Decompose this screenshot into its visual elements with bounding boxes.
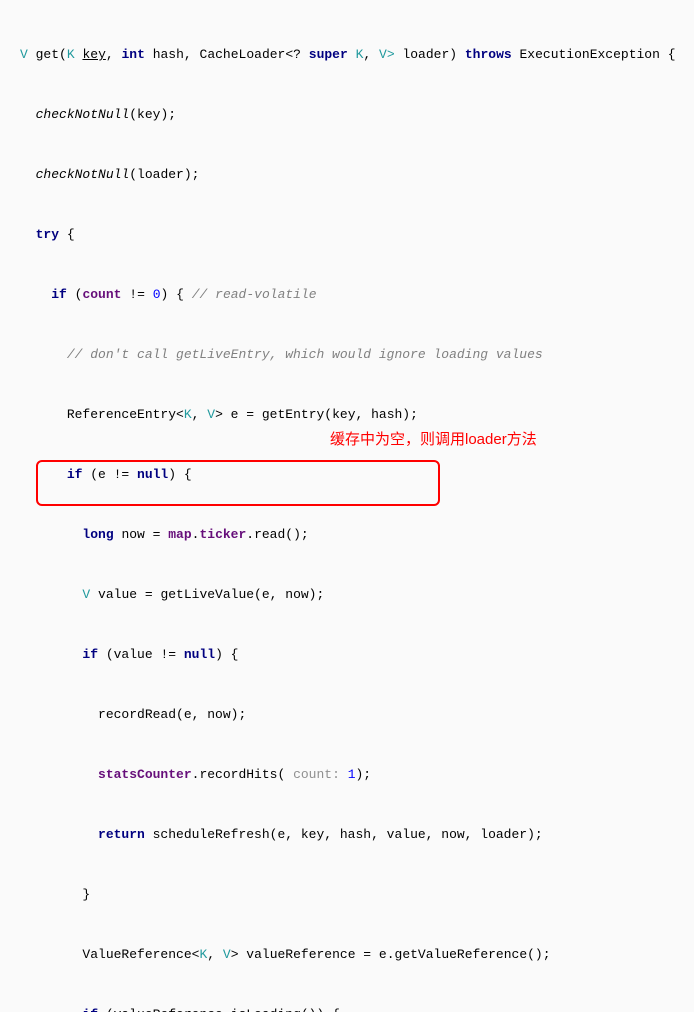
code-line: try { <box>0 225 694 245</box>
type-v: V <box>223 947 231 962</box>
text: value = getLiveValue(e, now); <box>90 587 324 602</box>
field-statsCounter: statsCounter <box>98 767 192 782</box>
code-editor[interactable]: V get(K key, int hash, CacheLoader<? sup… <box>0 0 694 1012</box>
text: ); <box>356 767 372 782</box>
brace: { <box>668 47 676 62</box>
return-type: V <box>20 47 28 62</box>
type-k: K <box>356 47 364 62</box>
code-line: checkNotNull(key); <box>0 105 694 125</box>
type: CacheLoader<? <box>200 47 301 62</box>
text: recordRead(e, now); <box>98 707 246 722</box>
keyword-int: int <box>121 47 144 62</box>
annotation-text: 缓存中为空，则调用loader方法 <box>330 430 537 450</box>
text: > valueReference = e.getValueReference()… <box>231 947 551 962</box>
code-line: } <box>0 885 694 905</box>
param-name: loader <box>402 47 449 62</box>
text: (value != <box>98 647 184 662</box>
type: ReferenceEntry< <box>67 407 184 422</box>
param-name: key <box>82 47 105 62</box>
keyword-if: if <box>51 287 67 302</box>
code-line: checkNotNull(loader); <box>0 165 694 185</box>
code-line: V get(K key, int hash, CacheLoader<? sup… <box>0 45 694 65</box>
type-k: K <box>184 407 192 422</box>
keyword-null: null <box>184 647 215 662</box>
method-call: checkNotNull <box>36 107 130 122</box>
brace: { <box>67 227 75 242</box>
comment: // read-volatile <box>192 287 317 302</box>
keyword-try: try <box>36 227 59 242</box>
text: ) { <box>215 647 238 662</box>
code-line: statsCounter.recordHits( count: 1); <box>0 765 694 785</box>
text: .recordHits( <box>192 767 293 782</box>
param-name: hash <box>153 47 184 62</box>
code-line: V value = getLiveValue(e, now); <box>0 585 694 605</box>
method-name: get <box>36 47 59 62</box>
type-v: V> <box>379 47 395 62</box>
keyword-return: return <box>98 827 145 842</box>
arg: loader <box>137 167 184 182</box>
field-ticker: ticker <box>199 527 246 542</box>
comma: , <box>207 947 223 962</box>
code-line: long now = map.ticker.read(); <box>0 525 694 545</box>
code-line: ValueReference<K, V> valueReference = e.… <box>0 945 694 965</box>
op: != <box>121 287 152 302</box>
code-line: if (count != 0) { // read-volatile <box>0 285 694 305</box>
type-v: V <box>82 587 90 602</box>
keyword-super: super <box>309 47 348 62</box>
code-line: // don't call getLiveEntry, which would … <box>0 345 694 365</box>
text: now = <box>114 527 169 542</box>
dot: . <box>192 527 200 542</box>
rest: > e = getEntry(key, hash); <box>215 407 418 422</box>
paren: ) <box>161 287 169 302</box>
keyword-long: long <box>82 527 113 542</box>
field-map: map <box>168 527 191 542</box>
method-call: checkNotNull <box>36 167 130 182</box>
code-line: recordRead(e, now); <box>0 705 694 725</box>
comma: , <box>192 407 208 422</box>
keyword-if: if <box>82 1007 98 1012</box>
code-line: ReferenceEntry<K, V> e = getEntry(key, h… <box>0 405 694 425</box>
code-line: if (valueReference.isLoading()) { <box>0 1005 694 1012</box>
param-type: K <box>67 47 75 62</box>
text: .read(); <box>246 527 308 542</box>
code-line: return scheduleRefresh(e, key, hash, val… <box>0 825 694 845</box>
inlay-hint: count: <box>293 767 340 782</box>
keyword-throws: throws <box>465 47 512 62</box>
type-k: K <box>199 947 207 962</box>
number: 0 <box>153 287 161 302</box>
keyword-if: if <box>82 647 98 662</box>
type: ValueReference< <box>82 947 199 962</box>
text: (valueReference.isLoading()) { <box>98 1007 340 1012</box>
field-count: count <box>82 287 121 302</box>
brace: } <box>82 887 90 902</box>
arg: key <box>137 107 160 122</box>
type-v: V <box>207 407 215 422</box>
highlight-box <box>36 460 440 506</box>
brace: { <box>176 287 184 302</box>
code-line: if (value != null) { <box>0 645 694 665</box>
number: 1 <box>348 767 356 782</box>
sp <box>340 767 348 782</box>
exception-type: ExecutionException <box>519 47 659 62</box>
comment: // don't call getLiveEntry, which would … <box>67 347 543 362</box>
text: scheduleRefresh(e, key, hash, value, now… <box>145 827 543 842</box>
